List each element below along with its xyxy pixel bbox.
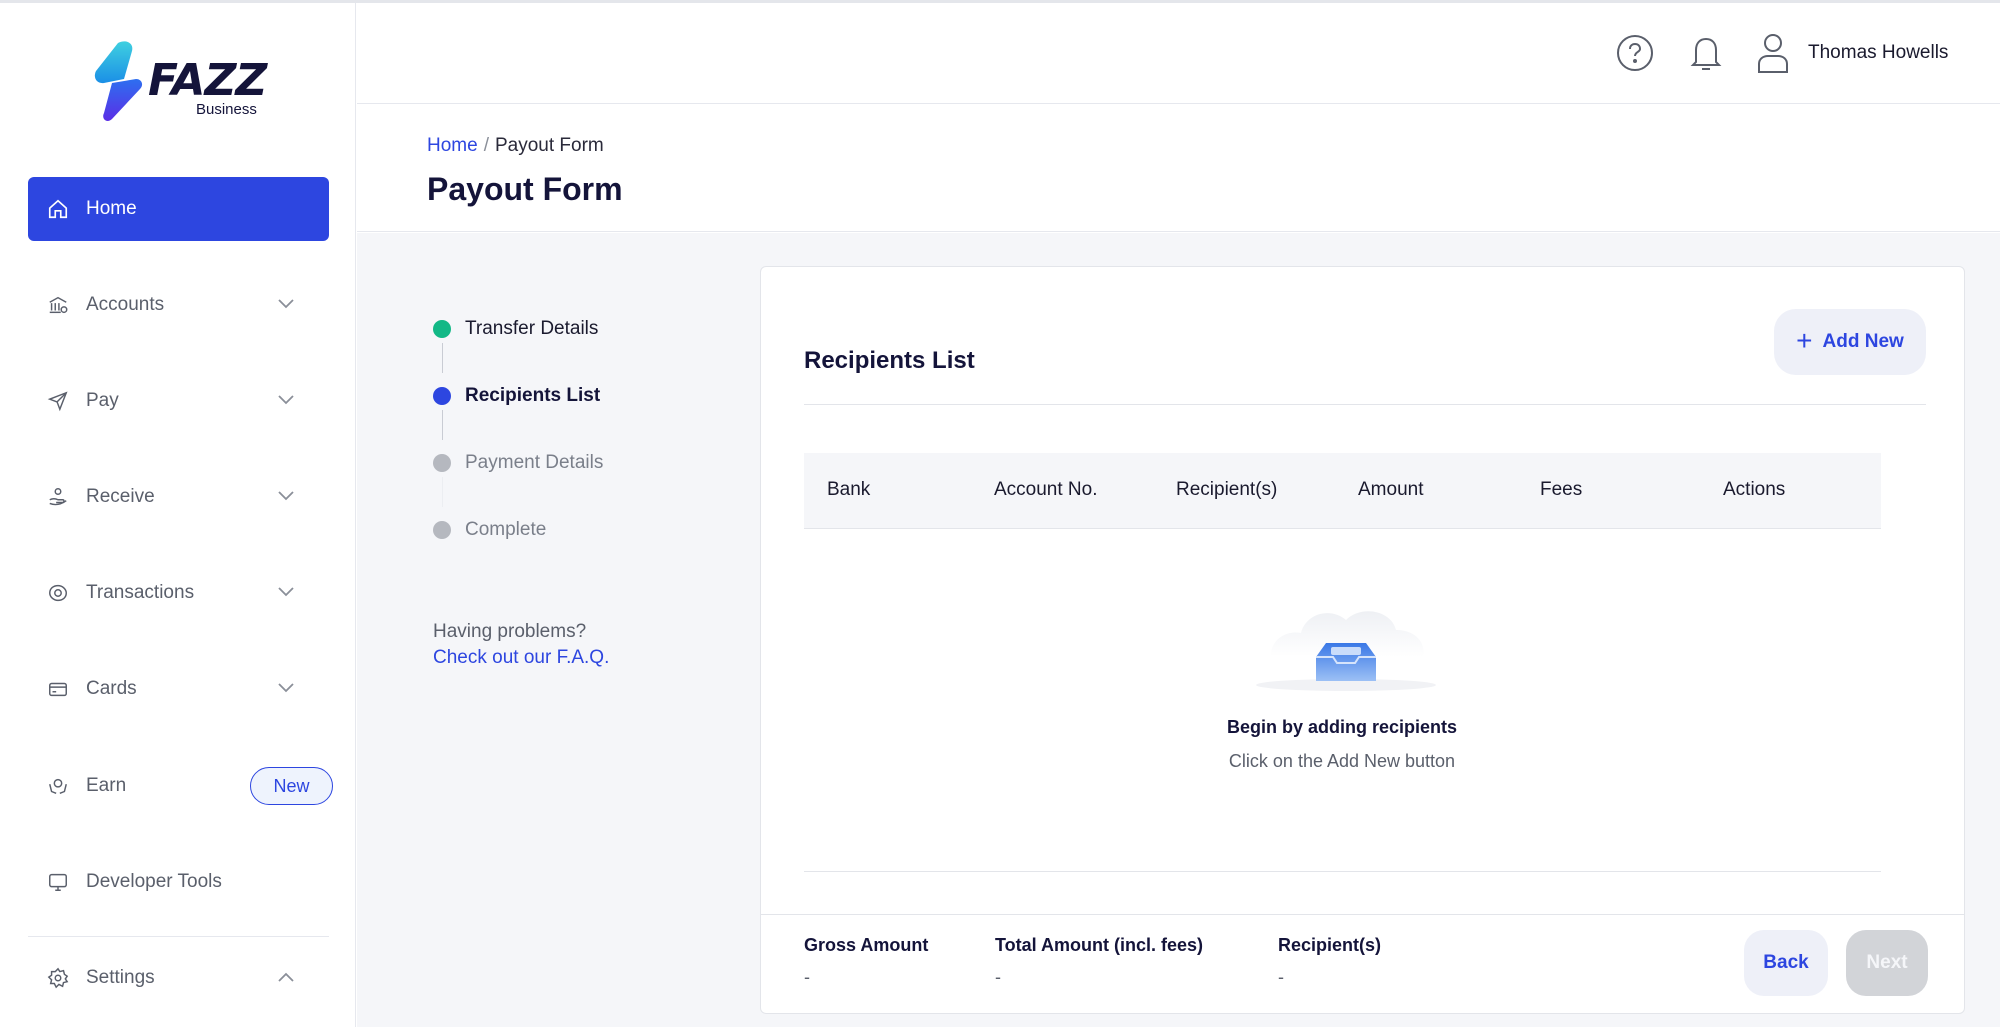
top-header: Thomas Howells bbox=[357, 3, 2000, 104]
brand-sub: Business bbox=[196, 101, 257, 118]
gross-amount-value: - bbox=[804, 967, 810, 987]
breadcrumb-separator: / bbox=[483, 135, 489, 156]
sidebar-item-pay[interactable]: Pay bbox=[28, 369, 329, 433]
total-amount-label: Total Amount (incl. fees) bbox=[995, 935, 1204, 955]
column-header-bank: Bank bbox=[827, 479, 871, 500]
earn-icon bbox=[46, 774, 70, 798]
sidebar-divider bbox=[28, 936, 329, 937]
main-content: Transfer Details Recipients List Payment… bbox=[357, 233, 2000, 1027]
column-header-amount: Amount bbox=[1358, 479, 1424, 500]
step-done-dot bbox=[433, 320, 451, 338]
help-icon[interactable] bbox=[1615, 31, 1655, 75]
chevron-down-icon[interactable] bbox=[277, 585, 295, 599]
lightning-logo-icon bbox=[94, 41, 143, 122]
add-new-label: Add New bbox=[1822, 331, 1904, 352]
gross-amount-label: Gross Amount bbox=[804, 935, 929, 955]
sidebar-item-developer-tools[interactable]: Developer Tools bbox=[28, 850, 329, 914]
recipients-card: Recipients List + Add New Bank Account N… bbox=[760, 266, 1965, 1014]
sidebar-item-cards[interactable]: Cards bbox=[28, 657, 329, 721]
sidebar-item-receive[interactable]: Receive bbox=[28, 465, 329, 529]
breadcrumb-home-link[interactable]: Home bbox=[427, 135, 478, 156]
step-connector bbox=[442, 410, 443, 440]
empty-state-title: Begin by adding recipients bbox=[1226, 717, 1458, 737]
total-amount-value: - bbox=[995, 967, 1001, 987]
step-label: Complete bbox=[465, 519, 547, 540]
summary-footer: Gross Amount - Total Amount (incl. fees)… bbox=[761, 914, 1964, 1013]
new-badge: New bbox=[250, 767, 333, 805]
sidebar-item-label: Home bbox=[86, 198, 137, 219]
table-header: Bank Account No. Recipient(s) Amount Fee… bbox=[804, 453, 1881, 529]
receive-icon bbox=[46, 485, 70, 509]
sidebar-item-transactions[interactable]: Transactions bbox=[28, 561, 329, 625]
sidebar-item-label: Cards bbox=[86, 678, 137, 699]
step-connector bbox=[442, 477, 443, 507]
sidebar-item-label: Transactions bbox=[86, 582, 195, 603]
card-icon bbox=[46, 677, 70, 701]
recipients-count-value: - bbox=[1278, 967, 1284, 987]
step-payment-details: Payment Details bbox=[433, 449, 603, 477]
sidebar-item-accounts[interactable]: Accounts bbox=[28, 273, 329, 337]
sidebar-item-label: Accounts bbox=[86, 294, 165, 315]
page-title: Payout Form bbox=[427, 171, 623, 207]
recipients-count-label: Recipient(s) bbox=[1278, 935, 1382, 955]
fazz-logo[interactable]: FAZZ Business bbox=[92, 39, 272, 123]
card-title: Recipients List bbox=[804, 347, 975, 374]
empty-state-subtitle: Click on the Add New button bbox=[1228, 751, 1456, 771]
chevron-down-icon[interactable] bbox=[277, 681, 295, 695]
bell-icon[interactable] bbox=[1686, 31, 1726, 75]
sidebar-item-home[interactable]: Home bbox=[28, 177, 329, 241]
transactions-icon bbox=[46, 581, 70, 605]
chevron-down-icon[interactable] bbox=[277, 393, 295, 407]
back-button[interactable]: Back bbox=[1744, 930, 1828, 996]
step-label: Transfer Details bbox=[465, 318, 599, 339]
step-connector bbox=[442, 343, 443, 373]
chevron-down-icon[interactable] bbox=[277, 297, 295, 311]
home-icon bbox=[46, 197, 70, 221]
step-transfer-details[interactable]: Transfer Details bbox=[433, 315, 598, 343]
bank-icon bbox=[46, 293, 70, 317]
chevron-up-icon[interactable] bbox=[277, 970, 295, 984]
step-pending-dot bbox=[433, 454, 451, 472]
sidebar-item-label: Receive bbox=[86, 486, 155, 507]
column-header-recipients: Recipient(s) bbox=[1176, 479, 1278, 500]
step-recipients-list[interactable]: Recipients List bbox=[433, 382, 600, 410]
send-icon bbox=[46, 389, 70, 413]
column-header-fees: Fees bbox=[1540, 479, 1583, 500]
sidebar-item-label: Earn bbox=[86, 775, 127, 796]
help-text: Having problems? bbox=[433, 621, 587, 642]
plus-icon: + bbox=[1796, 324, 1813, 356]
sidebar-item-label: Settings bbox=[86, 967, 155, 988]
column-header-actions: Actions bbox=[1723, 479, 1786, 500]
table-bottom-divider bbox=[804, 871, 1881, 872]
column-header-account-no: Account No. bbox=[994, 479, 1098, 500]
page-header: Home / Payout Form Payout Form bbox=[357, 105, 2000, 232]
brand-name: FAZZ bbox=[148, 55, 267, 106]
empty-inbox-icon bbox=[1256, 611, 1436, 691]
step-label: Recipients List bbox=[465, 385, 601, 406]
user-name[interactable]: Thomas Howells bbox=[1808, 42, 1948, 64]
sidebar: FAZZ Business Home Accounts Pay Receive … bbox=[0, 3, 356, 1027]
step-complete: Complete bbox=[433, 516, 546, 544]
sidebar-item-label: Developer Tools bbox=[86, 871, 222, 892]
user-icon[interactable] bbox=[1753, 31, 1793, 75]
add-new-button[interactable]: + Add New bbox=[1774, 309, 1926, 375]
sidebar-item-earn[interactable]: Earn New bbox=[28, 754, 333, 818]
gear-icon bbox=[46, 966, 70, 990]
help-section: Having problems? Check out our F.A.Q. bbox=[433, 619, 609, 671]
breadcrumb-current: Payout Form bbox=[494, 135, 604, 156]
step-label: Payment Details bbox=[465, 452, 604, 473]
sidebar-item-label: Pay bbox=[86, 390, 119, 411]
step-pending-dot bbox=[433, 521, 451, 539]
chevron-down-icon[interactable] bbox=[277, 489, 295, 503]
step-current-dot bbox=[433, 387, 451, 405]
card-divider bbox=[804, 404, 1926, 405]
sidebar-item-settings[interactable]: Settings bbox=[28, 946, 329, 1010]
faq-link[interactable]: Check out our F.A.Q. bbox=[433, 645, 609, 671]
next-button[interactable]: Next bbox=[1846, 930, 1928, 996]
breadcrumb: Home / Payout Form bbox=[427, 135, 604, 157]
monitor-icon bbox=[46, 870, 70, 894]
